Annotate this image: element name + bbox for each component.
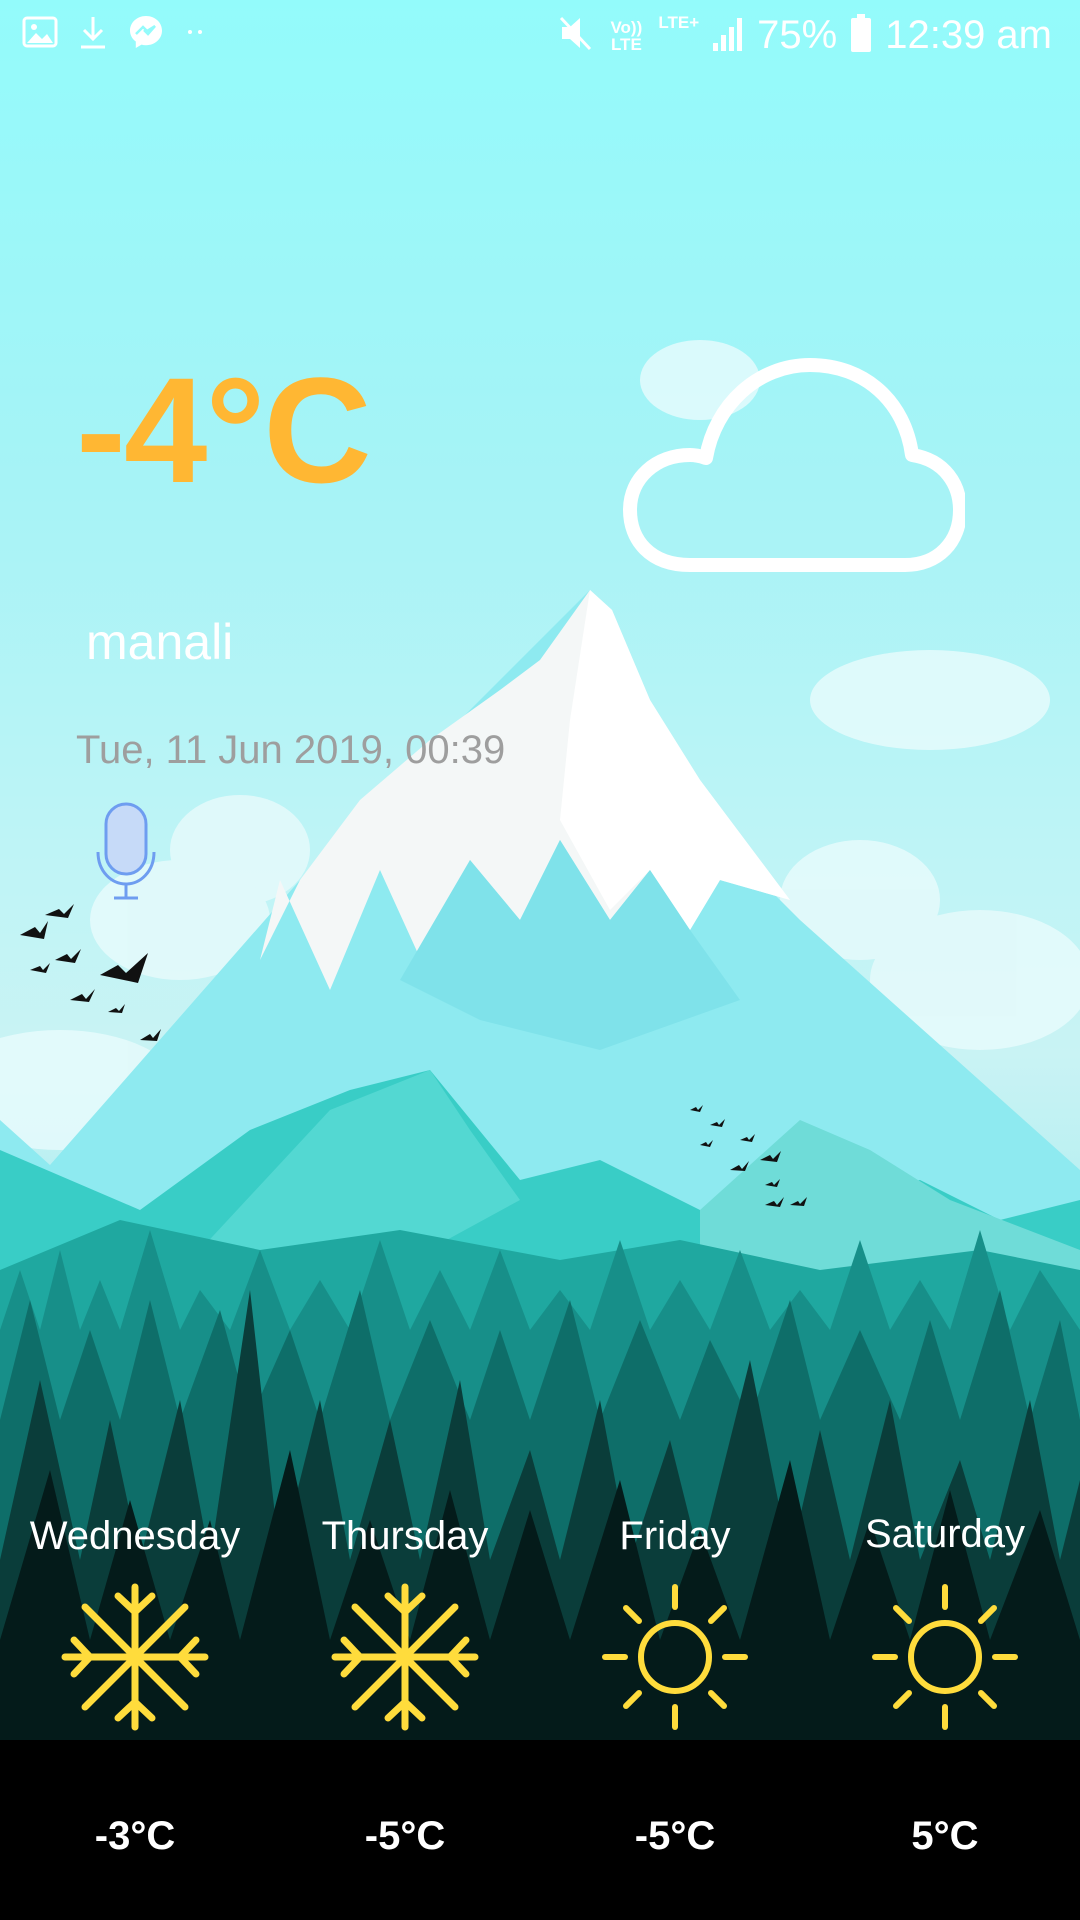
microphone-icon [96, 802, 156, 900]
forecast-day-label: Friday [619, 1514, 731, 1558]
forecast-day-label: Wednesday [29, 1514, 241, 1558]
snowflake-icon [60, 1582, 210, 1732]
forecast-temperature: -5°C [634, 1814, 716, 1858]
system-status: Vo)) LTE LTE+ 75% 12:39 am [558, 12, 1052, 59]
status-bar: Vo)) LTE LTE+ 75% 12:39 am [0, 0, 1080, 72]
notification-icons [22, 14, 208, 55]
forecast-temperature: -5°C [364, 1814, 446, 1858]
current-temperature: -4°C [76, 346, 372, 514]
battery-percent: 75% [757, 13, 838, 57]
volte-indicator: Vo)) LTE [610, 17, 643, 54]
gallery-icon [22, 14, 58, 55]
forecast-day-label: Thursday [321, 1514, 489, 1558]
weather-screen: Vo)) LTE LTE+ 75% 12:39 am -4°C manali T… [0, 0, 1080, 1920]
sun-icon [870, 1582, 1020, 1732]
forecast-day-label: Saturday [864, 1512, 1026, 1556]
messenger-icon [128, 14, 164, 55]
clock: 12:39 am [885, 13, 1052, 57]
forecast-temperature: 5°C [911, 1814, 979, 1858]
snowflake-icon [330, 1582, 480, 1732]
battery-icon [849, 12, 873, 59]
more-notifications-icon [184, 14, 208, 55]
download-icon [78, 14, 108, 55]
cloud-icon [620, 350, 967, 575]
current-datetime: Tue, 11 Jun 2019, 00:39 [76, 728, 506, 772]
mute-icon [558, 13, 594, 58]
forecast-temperature: -3°C [94, 1814, 176, 1858]
sun-icon [600, 1582, 750, 1732]
signal-strength-icon [711, 13, 745, 58]
location-name: manali [86, 614, 234, 670]
voice-search-button[interactable] [94, 800, 158, 904]
lte-indicator: LTE+ [658, 13, 700, 32]
